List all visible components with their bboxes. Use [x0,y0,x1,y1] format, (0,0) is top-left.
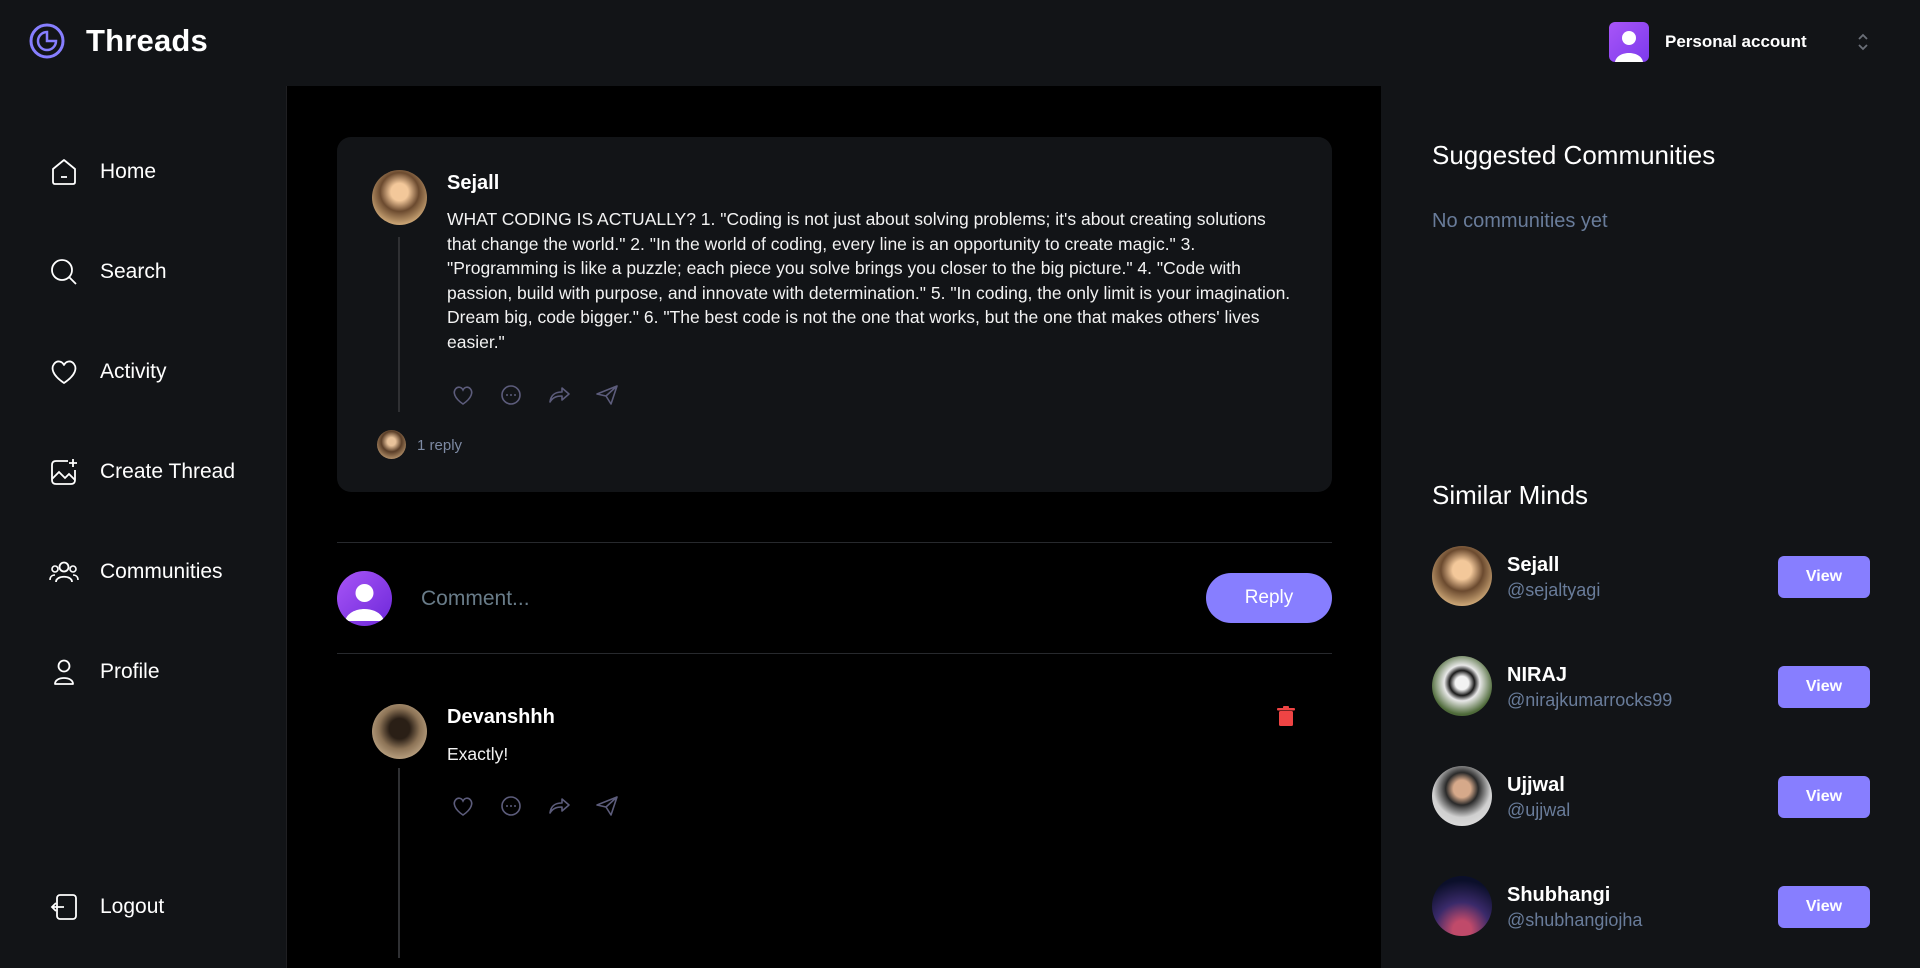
view-button[interactable]: View [1778,776,1870,818]
user-avatar[interactable] [1432,546,1492,606]
similar-mind-item: Sejall @sejaltyagi View [1432,546,1872,608]
divider [337,653,1332,654]
users-icon [49,561,79,583]
user-handle: @nirajkumarrocks99 [1507,690,1673,710]
divider [337,542,1332,543]
thread-text: WHAT CODING IS ACTUALLY? 1. "Coding is n… [447,209,1291,352]
repost-icon[interactable] [546,793,572,819]
thread-line [398,768,400,958]
nav-label: Activity [100,360,167,383]
nav-label: Communities [100,560,223,583]
main-content: Sejall WHAT CODING IS ACTUALLY? 1. "Codi… [287,86,1381,968]
reply-button[interactable]: Reply [1206,573,1332,623]
nav-item-profile[interactable]: Profile [48,656,160,688]
share-icon[interactable] [594,793,620,819]
view-button[interactable]: View [1778,556,1870,598]
view-button[interactable]: View [1778,886,1870,928]
author-avatar[interactable] [372,170,427,225]
user-name: Shubhangi [1507,884,1611,906]
repost-icon[interactable] [546,382,572,408]
suggested-communities-title: Suggested Communities [1432,140,1716,170]
heart-icon [51,360,77,384]
thread-line [398,237,400,412]
image-plus-icon [51,459,77,485]
user-name: NIRAJ [1507,664,1568,686]
nav-item-create-thread[interactable]: Create Thread [48,456,235,488]
similar-minds-title: Similar Minds [1432,480,1589,510]
user-avatar[interactable] [1432,656,1492,716]
user-handle: @sejaltyagi [1507,580,1601,600]
account-avatar [1609,22,1649,62]
nav-label: Home [100,160,157,183]
nav-item-activity[interactable]: Activity [48,356,167,388]
heart-icon[interactable] [450,382,476,408]
similar-mind-item: Shubhangi @shubhangiojha View [1432,876,1872,938]
user-handle: @ujjwal [1507,800,1571,820]
user-icon [1615,31,1643,62]
nav-label: Create Thread [100,460,236,483]
user-icon [54,659,74,685]
brand[interactable]: Threads [28,22,208,60]
reply-actions [450,793,620,819]
left-sidebar: Home Search Activity Create Thread Commu… [0,86,287,968]
top-bar: Threads Personal account [0,0,1920,86]
comment-input[interactable] [421,579,1121,619]
delete-icon[interactable] [1275,705,1297,727]
reply-text: Exactly! [447,744,509,764]
similar-mind-item: Ujjwal @ujjwal View [1432,766,1872,828]
logout-label: Logout [100,895,165,918]
view-button[interactable]: View [1778,666,1870,708]
app-name: Threads [86,23,208,58]
reply-author[interactable]: Devanshhh [447,706,555,729]
reply-count[interactable]: 1 reply [417,437,462,454]
nav-item-search[interactable]: Search [48,256,167,288]
right-sidebar: Suggested Communities No communities yet… [1381,86,1920,968]
user-name: Ujjwal [1507,774,1565,796]
logo-icon [29,23,65,59]
nav-label: Profile [100,660,160,683]
nav-label: Search [100,260,167,283]
account-switcher[interactable]: Personal account [1609,22,1868,62]
share-icon[interactable] [594,382,620,408]
replier-avatar [377,430,406,459]
user-icon [345,584,384,621]
nav-item-home[interactable]: Home [48,156,156,188]
thread-card: Sejall WHAT CODING IS ACTUALLY? 1. "Codi… [337,137,1332,492]
reply-author-avatar[interactable] [372,704,427,759]
user-avatar[interactable] [1432,766,1492,826]
user-avatar[interactable] [1432,876,1492,936]
logout-button[interactable]: Logout [48,891,164,923]
user-name: Sejall [1507,554,1560,576]
search-icon [51,259,77,285]
heart-icon[interactable] [450,793,476,819]
thread-author[interactable]: Sejall [447,172,499,195]
thread-actions [450,382,620,408]
account-label: Personal account [1665,32,1807,51]
logout-icon [50,894,77,920]
home-icon [52,159,76,185]
chevrons-up-down-icon[interactable] [1851,30,1875,54]
reply-icon[interactable] [498,382,524,408]
user-handle: @shubhangiojha [1507,910,1643,930]
communities-empty-message: No communities yet [1432,210,1608,232]
nav-item-communities[interactable]: Communities [48,556,223,588]
similar-mind-item: NIRAJ @nirajkumarrocks99 View [1432,656,1872,718]
reply-icon[interactable] [498,793,524,819]
current-user-avatar [337,571,392,626]
